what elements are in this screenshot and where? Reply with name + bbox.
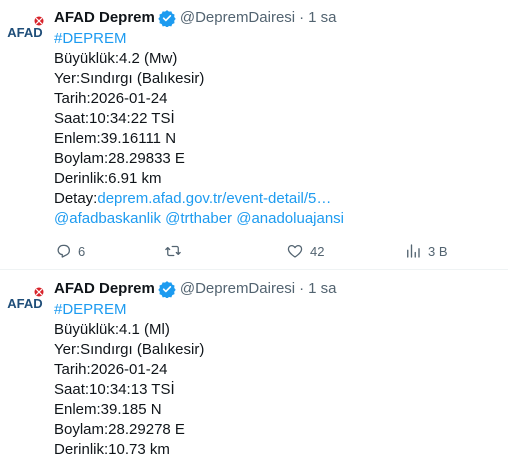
views-button[interactable]: 3 B [404,241,448,261]
verified-badge-icon [158,10,176,27]
verified-badge-icon [158,281,176,298]
tweet-text: #DEPREM Büyüklük:4.1 (Ml) Yer:Sındırgı (… [54,300,494,460]
tweet-header: AFAD Deprem @DepremDairesi · 1 sa [54,7,336,29]
author-handle[interactable]: @DepremDairesi [180,8,295,28]
afad-logo-text: AFAD [7,296,42,311]
hashtag-link[interactable]: #DEPREM [54,29,494,49]
hashtag-link[interactable]: #DEPREM [54,300,494,320]
retweet-button[interactable] [164,241,188,261]
detail-line: Detay:deprem.afad.gov.tr/event-detail/5… [54,189,494,209]
tweet-text: #DEPREM Büyüklük:4.2 (Mw) Yer:Sındırgı (… [54,29,494,229]
location-line: Yer:Sındırgı (Balıkesir) [54,70,205,87]
like-button[interactable]: 42 [286,241,324,261]
depth-line: Derinlik:6.91 km [54,170,162,187]
longitude-line: Boylam:28.29278 E [54,421,185,438]
views-count: 3 B [428,243,448,259]
author-handle[interactable]: @DepremDairesi [180,279,295,299]
latitude-line: Enlem:39.185 N [54,401,162,418]
time-line: Saat:10:34:13 TSİ [54,381,175,398]
retweet-icon [165,245,181,257]
author-name[interactable]: AFAD Deprem [54,279,155,299]
afad-avatar[interactable]: AFAD [6,12,46,52]
tweet[interactable]: AFAD AFAD Deprem @DepremDairesi · 1 sa #… [0,0,508,270]
reply-button[interactable]: 6 [54,241,85,261]
detail-link[interactable]: deprem.afad.gov.tr/event-detail/5… [97,190,331,207]
tweet-time[interactable]: 1 sa [308,8,336,28]
latitude-line: Enlem:39.16111 N [54,130,177,147]
mentions-links[interactable]: @afadbaskanlik @trthaber @anadoluajansi [54,209,494,229]
tweet[interactable]: AFAD AFAD Deprem @DepremDairesi · 1 sa #… [0,271,508,472]
author-name[interactable]: AFAD Deprem [54,8,155,28]
views-chart-icon [407,244,420,258]
afad-avatar[interactable]: AFAD [6,283,46,323]
tweet-actions: 6 42 3 B [54,241,494,261]
date-line: Tarih:2026-01-24 [54,361,168,378]
magnitude-line: Büyüklük:4.1 (Ml) [54,321,170,338]
reply-icon [57,244,71,258]
location-line: Yer:Sındırgı (Balıkesir) [54,341,205,358]
date-line: Tarih:2026-01-24 [54,90,168,107]
tweet-divider [0,269,508,270]
time-line: Saat:10:34:22 TSİ [54,110,175,127]
separator-dot: · [299,9,305,26]
tweet-time[interactable]: 1 sa [308,279,336,299]
heart-icon [287,244,303,258]
reply-count: 6 [78,243,86,259]
afad-logo-text: AFAD [7,25,42,40]
depth-line: Derinlik:10.73 km [54,441,170,458]
separator-dot: · [299,280,305,297]
magnitude-line: Büyüklük:4.2 (Mw) [54,50,178,67]
longitude-line: Boylam:28.29833 E [54,150,185,167]
tweet-header: AFAD Deprem @DepremDairesi · 1 sa [54,278,336,300]
like-count: 42 [310,243,325,259]
detail-label: Detay: [54,190,98,207]
